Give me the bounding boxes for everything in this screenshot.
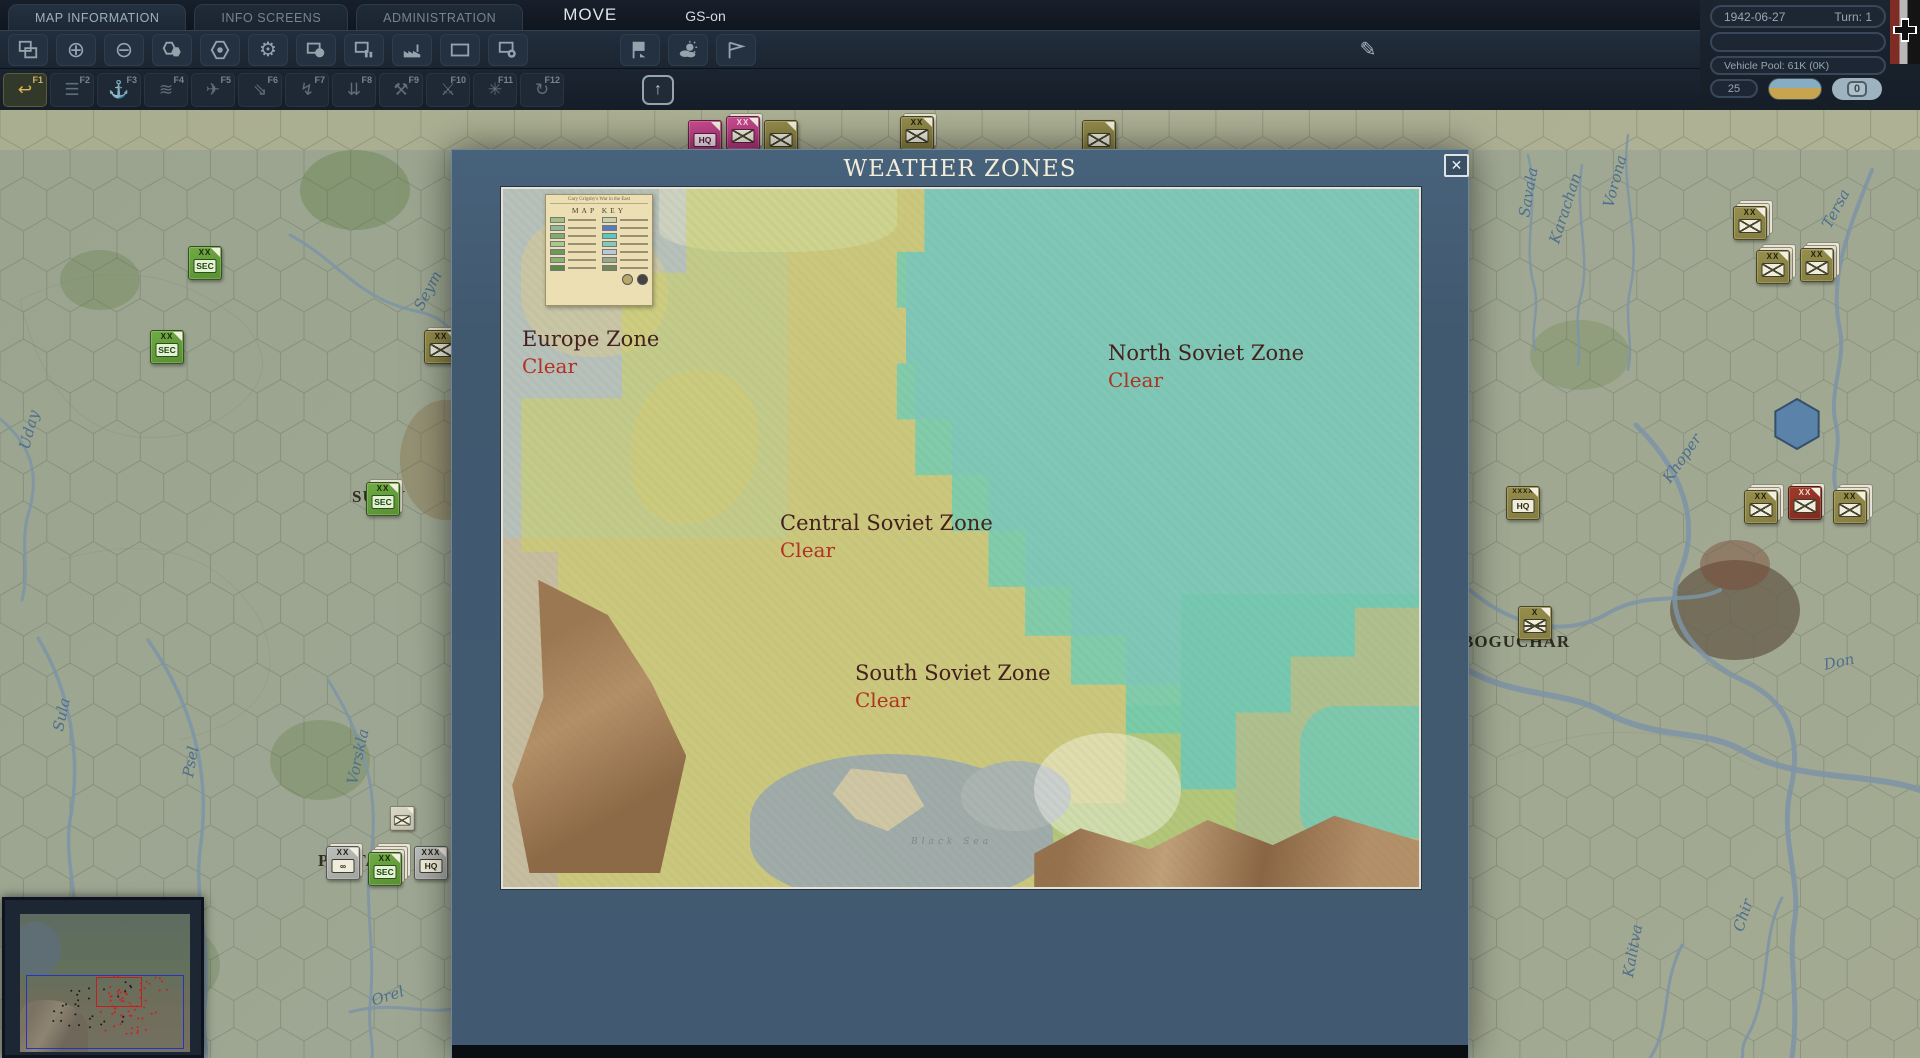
unit-counter[interactable] <box>390 806 414 830</box>
close-icon[interactable]: ✕ <box>1444 154 1469 177</box>
weather-icon[interactable] <box>668 34 708 66</box>
settings-gear-icon[interactable]: ⚙ <box>248 34 288 66</box>
zoom-out-icon[interactable]: ⊖ <box>104 34 144 66</box>
screen-settings-icon[interactable] <box>488 34 528 66</box>
fkey-button-f8[interactable]: ⇊F8 <box>332 73 376 107</box>
hex-grid-icon[interactable] <box>152 34 192 66</box>
fkey-button-f4[interactable]: ≋F4 <box>144 73 188 107</box>
tab-map-information[interactable]: MAP INFORMATION <box>8 4 186 30</box>
unit-counter[interactable]: XXXHQ <box>414 846 448 880</box>
map-key-legend <box>550 217 648 271</box>
fkey-button-f11[interactable]: ✳F11 <box>473 73 517 107</box>
unit-counter[interactable]: XX <box>1800 248 1834 282</box>
vehicle-pool-display: Vehicle Pool: 61K (0K) <box>1710 56 1886 75</box>
amphibious-icon: ≋ <box>159 80 173 100</box>
rail-transport-icon: ☰ <box>64 80 79 100</box>
airdrop-icon: ⇊ <box>347 80 361 100</box>
zoom-in-icon[interactable]: ⊕ <box>56 34 96 66</box>
unit-counter[interactable]: XX <box>1756 250 1790 284</box>
fkey-button-f10[interactable]: ⚔F10 <box>426 73 470 107</box>
dialog-bottom-strip <box>452 1045 1468 1058</box>
game-date: 1942-06-27 <box>1724 10 1785 24</box>
counter-badge-button[interactable]: 0 <box>1832 78 1882 100</box>
zone-label-south-soviet: South Soviet Zone Clear <box>855 661 1051 712</box>
fkey-button-f2[interactable]: ☰F2 <box>50 73 94 107</box>
unit-counter[interactable]: XXSEC <box>188 246 222 280</box>
weather-zones-dialog: WEATHER ZONES ✕ Gary Grigsby's War in th… <box>451 149 1469 1058</box>
black-sea-label: Black Sea <box>911 837 992 847</box>
city-label-boguchar: BOGUCHAR <box>1462 632 1570 652</box>
menu-gs-toggle[interactable]: GS-on <box>685 8 725 30</box>
minimap-viewport-rect[interactable] <box>96 977 142 1007</box>
unit-counter[interactable]: XXXXHQ <box>1506 486 1540 520</box>
zone-label-europe: Europe Zone Clear <box>522 327 659 378</box>
dialog-title: WEATHER ZONES <box>452 156 1468 182</box>
zone-label-north-soviet: North Soviet Zone Clear <box>1108 341 1304 392</box>
move-arrow-icon: ↩ <box>18 80 32 100</box>
message-display <box>1710 32 1886 52</box>
menu-move[interactable]: MOVE <box>563 5 617 30</box>
edit-pencil-icon[interactable]: ✎ <box>1348 33 1388 65</box>
counter-display-icon[interactable] <box>200 34 240 66</box>
factory-icon[interactable] <box>392 34 432 66</box>
date-turn-display: 1942-06-27 Turn: 1 <box>1710 5 1886 28</box>
pennant-icon[interactable] <box>716 34 756 66</box>
zone-label-central-soviet: Central Soviet Zone Clear <box>780 511 993 562</box>
screen-icon[interactable] <box>440 34 480 66</box>
unit-counter[interactable]: XX <box>900 116 934 150</box>
forest-patch <box>60 250 140 310</box>
jump-window-icon[interactable] <box>8 34 48 66</box>
unit-counter[interactable]: XX <box>726 116 760 150</box>
status-panel: 1942-06-27 Turn: 1 Vehicle Pool: 61K (0K… <box>1700 0 1920 110</box>
tab-info-screens[interactable]: INFO SCREENS <box>194 4 348 30</box>
minimap-terrain <box>20 914 190 1052</box>
air-mission-icon: ⚒ <box>393 80 408 100</box>
unit-counter[interactable]: XX <box>1744 490 1778 524</box>
unit-counter[interactable]: XXSEC <box>150 330 184 364</box>
zoom-level-display: 25 <box>1710 79 1758 98</box>
fkey-button-f7[interactable]: ↯F7 <box>285 73 329 107</box>
ground-attack-icon: ↯ <box>300 80 314 100</box>
turn-counter: Turn: 1 <box>1834 10 1872 24</box>
map-top-strip <box>0 110 1920 150</box>
burnt-ground-patch <box>1700 540 1770 590</box>
fkey-button-f12[interactable]: ↻F12 <box>520 73 564 107</box>
fkey-button-f3[interactable]: ⚓F3 <box>97 73 141 107</box>
map-key-badges <box>550 274 648 285</box>
unit-counter[interactable]: XX∞ <box>326 846 360 880</box>
unit-counter[interactable]: XX <box>1788 486 1822 520</box>
weather-map: Gary Grigsby's War in the East MAP KEY E… <box>501 187 1421 889</box>
unit-counter[interactable]: XXSEC <box>366 482 400 516</box>
unit-counter[interactable]: XXSEC <box>368 852 402 886</box>
fkey-button-f5[interactable]: ✈F5 <box>191 73 235 107</box>
tab-administration[interactable]: ADMINISTRATION <box>356 4 523 30</box>
forest-patch <box>1530 320 1630 390</box>
map-key-header: Gary Grigsby's War in the East <box>550 197 648 204</box>
toolbar-fkeys: ↩F1☰F2⚓F3≋F4✈F5⇘F6↯F7⇊F8⚒F9⚔F10✳F11↻F12 ↑ <box>0 68 1700 110</box>
unit-counter[interactable]: X <box>1518 606 1552 640</box>
bombing-icon: ⇘ <box>253 80 267 100</box>
map-key-title: MAP KEY <box>550 206 648 215</box>
forest-patch <box>300 150 410 230</box>
german-cross-emblem <box>1890 0 1920 64</box>
fkey-button-f9[interactable]: ⚒F9 <box>379 73 423 107</box>
minimap[interactable] <box>2 897 204 1058</box>
map-key-panel: Gary Grigsby's War in the East MAP KEY <box>545 194 653 306</box>
unit-mode-icon[interactable] <box>296 34 336 66</box>
air-transfer-icon: ✈ <box>206 80 220 100</box>
app-window: SeymUdaySulaPselVorsklaOrelSavalaKaracha… <box>0 0 1920 1058</box>
unit-counter[interactable]: XX <box>1833 490 1867 524</box>
save-flag-icon[interactable] <box>620 34 660 66</box>
toolbar-main: ⊕⊖ ⚙ ✎ <box>0 30 1700 68</box>
unit-counter[interactable]: XX <box>1733 206 1767 240</box>
menu-bar: MAP INFORMATION INFO SCREENS ADMINISTRAT… <box>0 0 1920 30</box>
map-thumbnail-button[interactable] <box>1768 78 1822 100</box>
fkey-button-f6[interactable]: ⇘F6 <box>238 73 282 107</box>
fkey-button-f1[interactable]: ↩F1 <box>3 73 47 107</box>
scroll-up-button[interactable]: ↑ <box>642 75 674 105</box>
city-stats-icon[interactable] <box>344 34 384 66</box>
